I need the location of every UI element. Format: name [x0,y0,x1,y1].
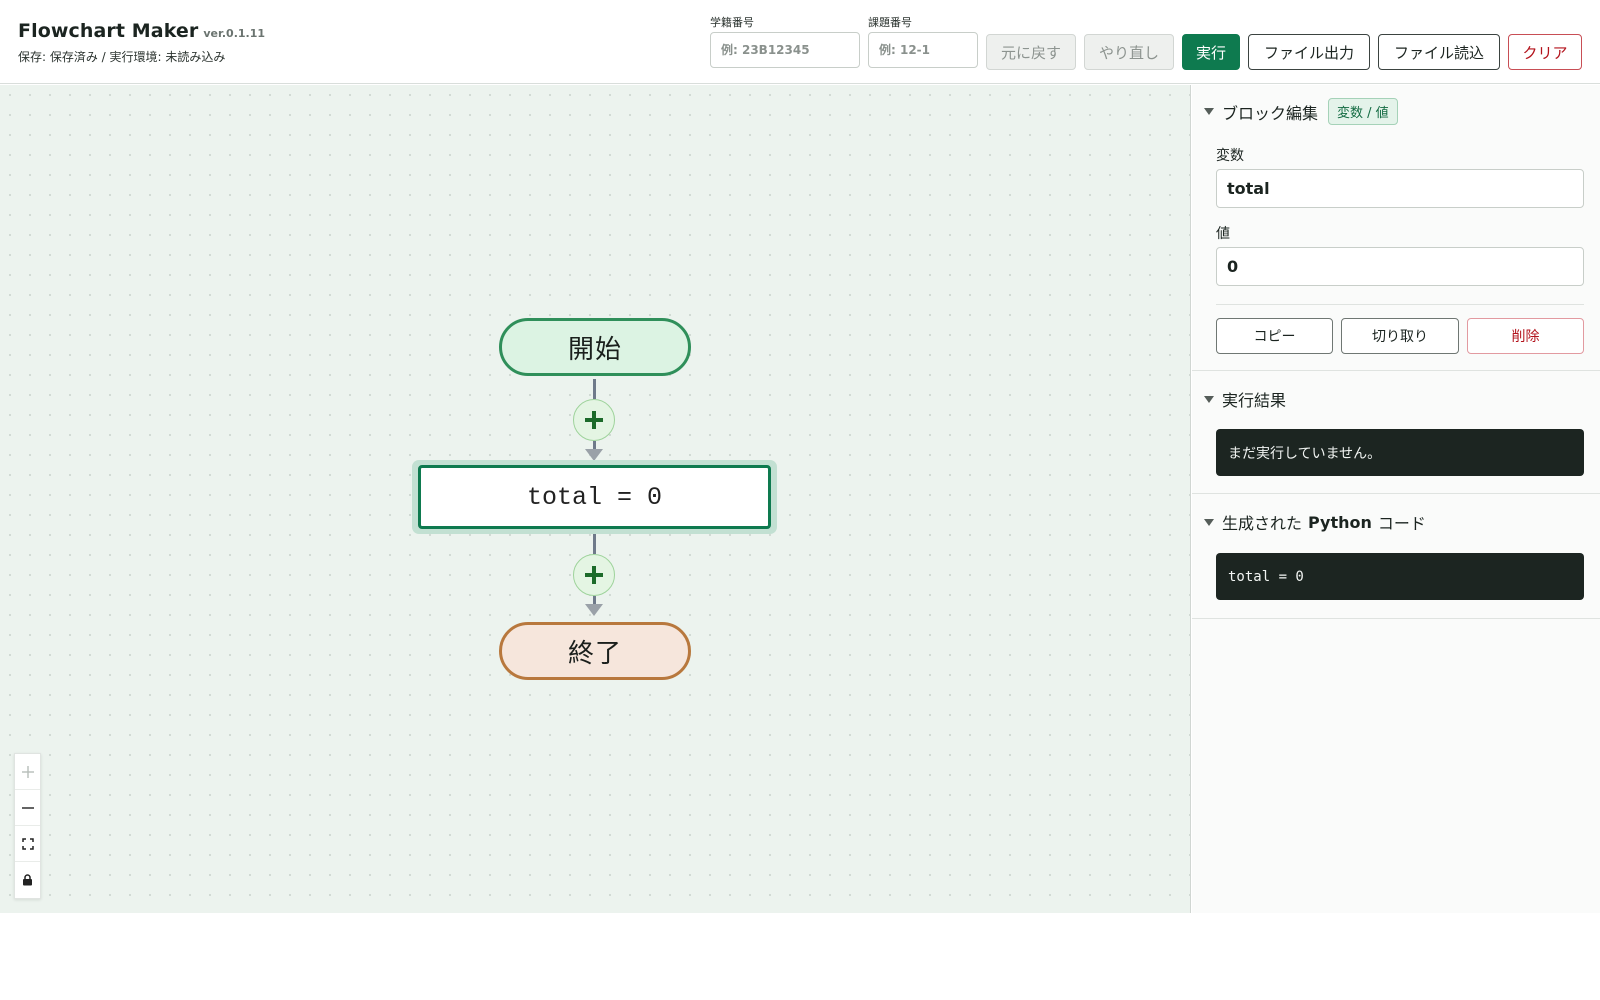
block-edit-header[interactable]: ブロック編集 変数 / 値 [1204,98,1398,125]
app-version: ver.0.1.11 [203,27,266,40]
python-title-suffix: コード [1377,514,1426,533]
connector-line [593,379,596,399]
lock-button[interactable] [15,862,40,898]
fit-view-button[interactable] [15,826,40,862]
python-title-bold: Python [1308,512,1372,532]
side-panel: ブロック編集 変数 / 値 変数 値 コピー 切り取り 削除 実行結果 まだ実行… [1192,85,1600,913]
start-node[interactable]: 開始 [499,318,691,376]
minus-icon [21,806,34,809]
connector-line [593,596,596,604]
import-button[interactable]: ファイル読込 [1378,34,1500,70]
python-code-block: total = 0 [1216,553,1584,600]
divider [1216,304,1584,305]
end-node-label: 終了 [567,638,622,669]
lock-icon [23,874,32,886]
block-type-badge: 変数 / 値 [1328,98,1398,125]
python-title-prefix: 生成された [1222,514,1303,533]
flowchart-canvas[interactable]: 開始 total = 0 終了 [0,85,1191,913]
connector-line [593,534,596,554]
assignment-id-field: 課題番号 [868,14,978,68]
python-code-section: 生成された Python コード total = 0 [1192,494,1600,619]
save-status: 保存: 保存済み / 実行環境: 未読み込み [18,50,226,64]
plus-icon [585,411,603,429]
undo-button[interactable]: 元に戻す [986,34,1076,70]
plus-icon [585,566,603,584]
process-block[interactable]: total = 0 [418,465,771,529]
student-id-label: 学籍番号 [710,16,754,29]
student-id-input[interactable] [710,32,860,68]
variable-input[interactable] [1216,169,1584,208]
assignment-id-label: 課題番号 [868,16,912,29]
brand: Flowchart Maker ver.0.1.11 [18,20,265,42]
run-button[interactable]: 実行 [1182,34,1240,70]
copy-button[interactable]: コピー [1216,318,1333,354]
block-edit-title: ブロック編集 [1222,103,1319,123]
result-title: 実行結果 [1222,391,1287,410]
app-title: Flowchart Maker [18,20,199,42]
value-input[interactable] [1216,247,1584,286]
add-block-button[interactable] [573,399,615,441]
start-node-label: 開始 [567,334,622,365]
zoom-out-button[interactable] [15,790,40,826]
arrow-down-icon [585,604,603,616]
python-code-header[interactable]: 生成された Python コード [1204,510,1426,534]
zoom-in-button[interactable] [15,754,40,790]
cut-button[interactable]: 切り取り [1341,318,1459,354]
caret-down-icon [1204,518,1214,526]
variable-label: 変数 [1216,148,1244,164]
fit-view-icon [21,837,34,850]
result-header[interactable]: 実行結果 [1204,387,1286,411]
caret-down-icon [1204,108,1214,115]
caret-down-icon [1204,395,1214,403]
add-block-button[interactable] [573,554,615,596]
export-button[interactable]: ファイル出力 [1248,34,1370,70]
connector-line [593,441,596,449]
app-header: Flowchart Maker ver.0.1.11 保存: 保存済み / 実行環… [0,0,1600,84]
value-label: 値 [1216,226,1230,242]
result-output: まだ実行していません。 [1216,429,1584,476]
block-edit-section: ブロック編集 変数 / 値 変数 値 コピー 切り取り 削除 [1192,85,1600,371]
redo-button[interactable]: やり直し [1084,34,1174,70]
end-node[interactable]: 終了 [499,622,691,680]
plus-icon [21,765,34,778]
result-section: 実行結果 まだ実行していません。 [1192,371,1600,494]
student-id-field: 学籍番号 [710,14,860,68]
assignment-id-input[interactable] [868,32,978,68]
delete-button[interactable]: 削除 [1467,318,1584,354]
clear-button[interactable]: クリア [1508,34,1582,70]
process-block-label: total = 0 [526,482,663,512]
bottom-area [0,914,1600,1000]
zoom-controls [14,753,41,899]
